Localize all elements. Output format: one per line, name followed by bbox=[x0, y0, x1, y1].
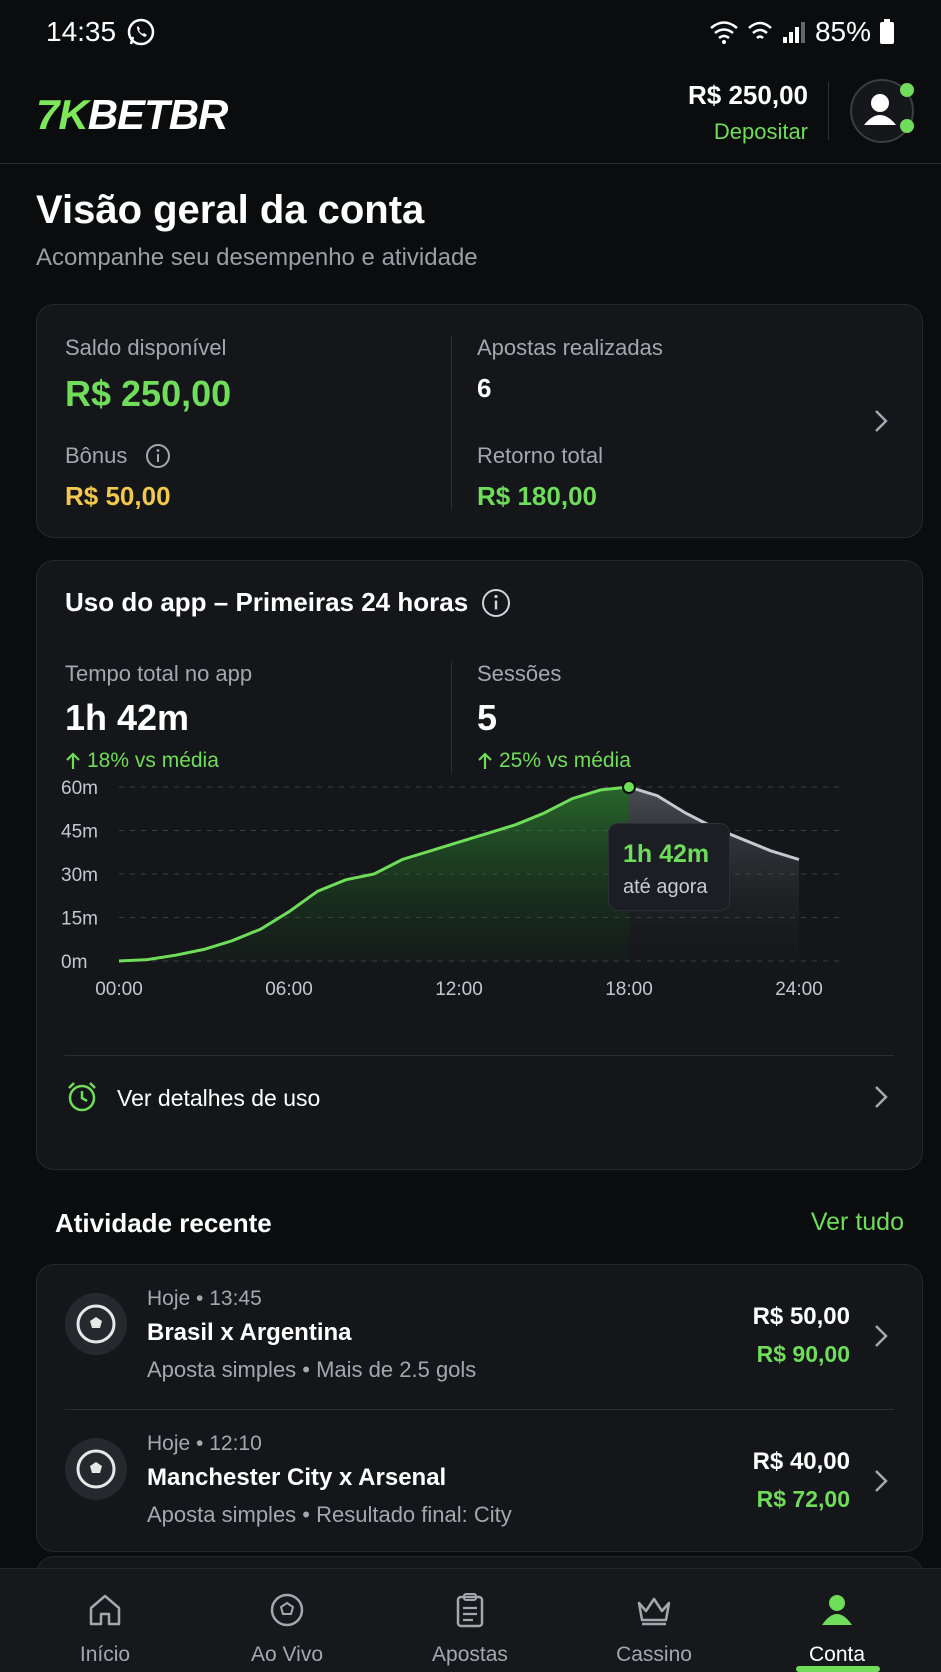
nav-item-inicio[interactable]: Início bbox=[11, 1569, 199, 1672]
logo-mark: 7K bbox=[36, 91, 89, 138]
clipboard-icon bbox=[456, 1593, 484, 1628]
activity-item[interactable]: Hoje • 12:10 Manchester City x Arsenal A… bbox=[37, 1410, 924, 1553]
chevron-right-icon[interactable] bbox=[873, 408, 889, 434]
y-tick-label: 30m bbox=[61, 865, 98, 886]
nav-label: Cassino bbox=[616, 1643, 692, 1666]
bets-placed-value: 6 bbox=[477, 373, 492, 403]
nav-active-indicator bbox=[796, 1666, 880, 1672]
current-point-marker[interactable] bbox=[622, 780, 636, 794]
activity-title: Brasil x Argentina bbox=[147, 1319, 352, 1346]
page-subtitle: Acompanhe seu desempenho e atividade bbox=[36, 244, 478, 271]
activity-return: R$ 72,00 bbox=[756, 1486, 850, 1512]
activity-stake: R$ 50,00 bbox=[752, 1303, 850, 1330]
chart-tooltip: 1h 42m até agora bbox=[608, 823, 730, 911]
nav-label: Início bbox=[79, 1643, 131, 1666]
bonus-value: R$ 50,00 bbox=[65, 481, 171, 511]
status-bar: 14:35 85% bbox=[0, 0, 941, 66]
usage-details-label: Ver detalhes de uso bbox=[117, 1085, 321, 1111]
chevron-right-icon bbox=[875, 1086, 888, 1108]
status-time: 14:35 bbox=[46, 16, 117, 47]
bonus-label: Bônus bbox=[65, 443, 128, 468]
page-title: Visão geral da conta bbox=[36, 188, 425, 232]
chevron-right-icon bbox=[875, 1325, 888, 1347]
total-return-value: R$ 180,00 bbox=[477, 481, 597, 511]
y-tick-label: 15m bbox=[61, 909, 98, 930]
chevron-right-icon bbox=[875, 1470, 888, 1492]
profile-avatar-button[interactable] bbox=[850, 79, 914, 143]
activity-title: Manchester City x Arsenal bbox=[147, 1464, 447, 1491]
battery-icon bbox=[880, 19, 894, 44]
available-balance-label: Saldo disponível bbox=[65, 335, 227, 360]
activity-description: Aposta simples • Resultado final: City bbox=[147, 1502, 512, 1527]
deposit-link[interactable]: Depositar bbox=[688, 119, 808, 145]
user-icon bbox=[822, 1595, 852, 1625]
nav-label: Apostas bbox=[432, 1643, 508, 1666]
activity-description: Aposta simples • Mais de 2.5 gols bbox=[147, 1357, 477, 1382]
x-tick-label: 24:00 bbox=[775, 979, 823, 1000]
logo-text: BETBR bbox=[87, 91, 229, 138]
account-summary-card[interactable]: Saldo disponível R$ 250,00 Bônus R$ 50,0… bbox=[36, 304, 923, 538]
signal-icon bbox=[782, 22, 805, 43]
nav-item-ao-vivo[interactable]: Ao Vivo bbox=[193, 1569, 381, 1672]
app-usage-card: Uso do app – Primeiras 24 horas Tempo to… bbox=[36, 560, 923, 1170]
y-tick-label: 0m bbox=[61, 952, 87, 973]
total-return-label: Retorno total bbox=[477, 443, 603, 468]
usage-details-row[interactable]: Ver detalhes de uso bbox=[37, 1056, 924, 1170]
bets-placed-label: Apostas realizadas bbox=[477, 335, 663, 360]
wifi-icon bbox=[710, 21, 738, 44]
available-balance-value: R$ 250,00 bbox=[65, 373, 232, 414]
tooltip-subtext: até agora bbox=[623, 876, 708, 898]
home-icon bbox=[89, 1594, 121, 1626]
x-tick-label: 18:00 bbox=[605, 979, 653, 1000]
bottom-nav: Início Ao Vivo Apostas Cassino Conta bbox=[0, 1568, 941, 1672]
nav-item-conta[interactable]: Conta bbox=[743, 1569, 931, 1672]
brand-logo[interactable]: 7KBETBR bbox=[36, 91, 229, 139]
x-tick-label: 00:00 bbox=[95, 979, 143, 1000]
crown-icon bbox=[637, 1597, 671, 1626]
nav-label: Conta bbox=[808, 1643, 866, 1666]
nav-item-apostas[interactable]: Apostas bbox=[376, 1569, 564, 1672]
x-tick-label: 12:00 bbox=[435, 979, 483, 1000]
status-icons: 85% bbox=[709, 16, 895, 48]
nav-item-cassino[interactable]: Cassino bbox=[560, 1569, 748, 1672]
app-header: 7KBETBR R$ 250,00 Depositar bbox=[0, 66, 941, 164]
info-icon[interactable] bbox=[145, 443, 171, 469]
notification-dot bbox=[900, 83, 914, 97]
recent-activity-card: Hoje • 13:45 Brasil x Argentina Aposta s… bbox=[36, 1264, 923, 1552]
wifi-calling-icon bbox=[748, 21, 772, 39]
activity-time: Hoje • 12:10 bbox=[147, 1432, 262, 1455]
y-tick-label: 45m bbox=[61, 822, 98, 843]
tooltip-value: 1h 42m bbox=[623, 840, 710, 868]
soccer-ball-icon bbox=[65, 1293, 127, 1355]
battery-percent: 85% bbox=[814, 16, 871, 47]
header-divider bbox=[828, 82, 829, 140]
whatsapp-icon bbox=[127, 18, 155, 46]
activity-item[interactable]: Hoje • 13:45 Brasil x Argentina Aposta s… bbox=[37, 1265, 924, 1409]
activity-time: Hoje • 13:45 bbox=[147, 1287, 262, 1310]
usage-chart: 0m 15m 30m 45m 60m 00:00 06:00 12:00 18:00 24:00 bbox=[61, 778, 843, 1000]
activity-return: R$ 90,00 bbox=[756, 1341, 850, 1367]
online-dot bbox=[900, 119, 914, 133]
soccer-ball-icon bbox=[65, 1438, 127, 1500]
alarm-clock-icon bbox=[68, 1082, 96, 1112]
activity-stake: R$ 40,00 bbox=[752, 1448, 850, 1475]
soccer-ball-icon bbox=[270, 1593, 304, 1627]
see-all-link[interactable]: Ver tudo bbox=[811, 1208, 904, 1237]
x-tick-label: 06:00 bbox=[265, 979, 313, 1000]
y-tick-label: 60m bbox=[61, 778, 98, 799]
header-balance-amount: R$ 250,00 bbox=[688, 80, 808, 110]
summary-divider bbox=[451, 335, 452, 509]
recent-activity-title: Atividade recente bbox=[55, 1208, 272, 1238]
header-balance: R$ 250,00 Depositar bbox=[688, 80, 808, 145]
nav-label: Ao Vivo bbox=[251, 1643, 323, 1666]
